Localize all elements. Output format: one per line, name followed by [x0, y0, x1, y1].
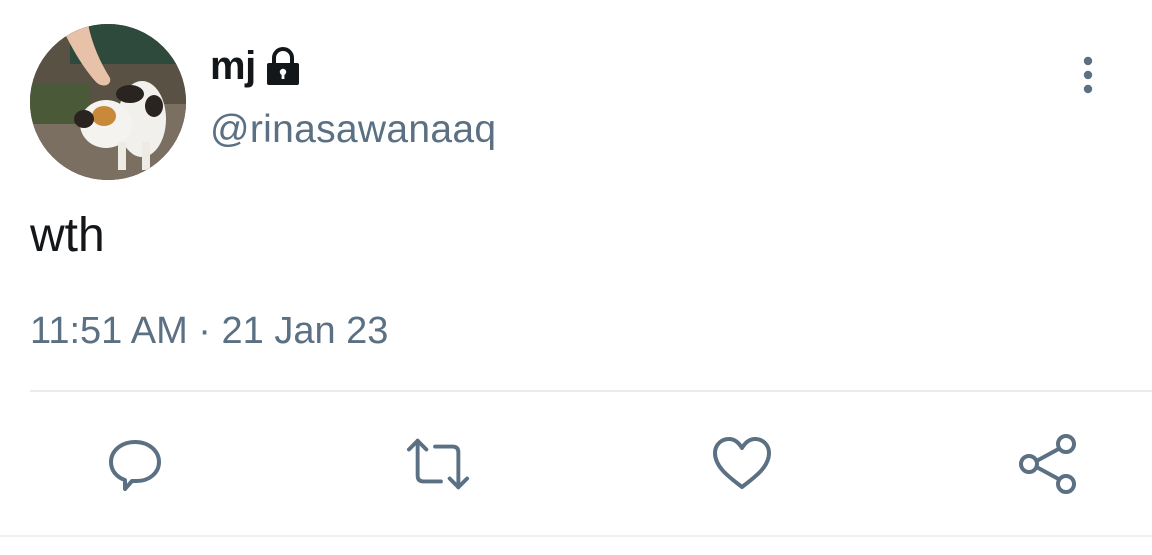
retweet-button[interactable]: [406, 432, 470, 496]
retweet-icon: [406, 438, 470, 490]
tweet-time: 11:51 AM: [30, 310, 188, 352]
more-options-button[interactable]: [1068, 50, 1108, 100]
timestamp-separator: ·: [198, 310, 211, 352]
share-icon: [1019, 434, 1076, 494]
more-vertical-icon: [1083, 56, 1093, 94]
share-button[interactable]: [1016, 432, 1080, 496]
display-name[interactable]: mj: [210, 44, 256, 89]
like-button[interactable]: [710, 432, 774, 496]
bottom-divider: [0, 535, 1152, 537]
reply-icon: [109, 440, 161, 491]
user-handle[interactable]: @rinasawanaaq: [210, 108, 496, 152]
avatar[interactable]: [30, 24, 186, 180]
avatar-photo: [30, 24, 186, 180]
reply-button[interactable]: [103, 432, 167, 496]
tweet-detail: mj @rinasawanaaq wth 11:51 AM · 21 Jan 2…: [0, 0, 1152, 555]
tweet-text: wth: [30, 209, 105, 262]
tweet-timestamp[interactable]: 11:51 AM · 21 Jan 23: [30, 310, 388, 353]
heart-icon: [713, 437, 771, 489]
tweet-date: 21 Jan 23: [221, 310, 389, 352]
user-name-row: mj: [210, 38, 304, 94]
divider: [30, 390, 1152, 392]
lock-icon: [262, 45, 304, 87]
